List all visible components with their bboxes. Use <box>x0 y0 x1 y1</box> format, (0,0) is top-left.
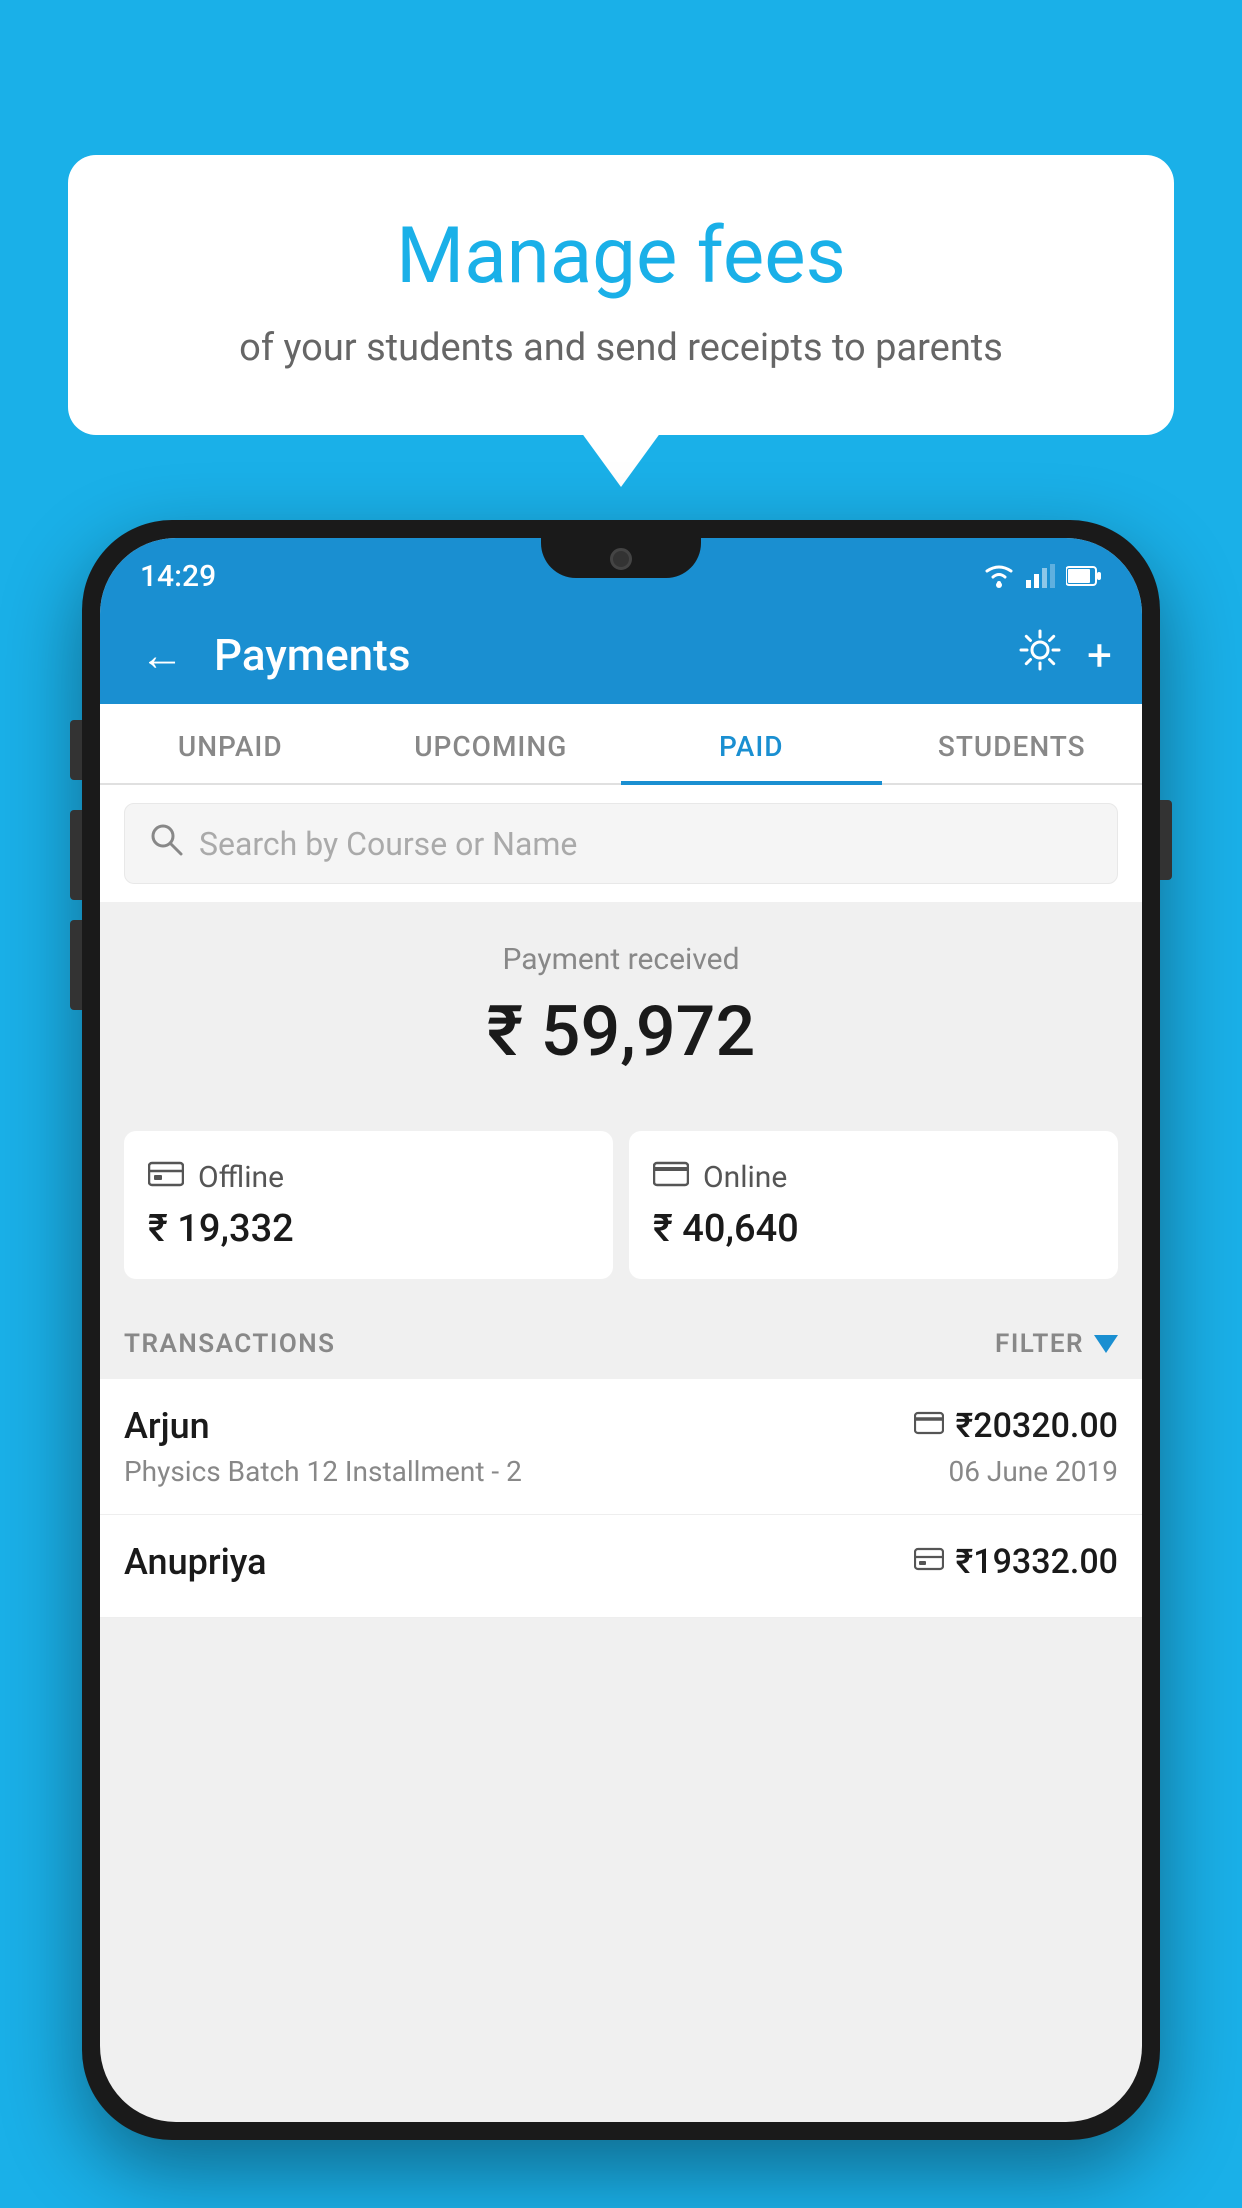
transaction-name: Anupriya <box>124 1541 267 1583</box>
transactions-header: TRANSACTIONS FILTER <box>100 1309 1142 1379</box>
online-payment-icon <box>914 1411 944 1442</box>
battery-icon <box>1066 565 1102 587</box>
online-icon <box>653 1159 689 1195</box>
payment-total-amount: ₹ 59,972 <box>124 991 1118 1073</box>
search-icon <box>149 822 183 865</box>
offline-amount: ₹ 19,332 <box>148 1207 589 1251</box>
payment-summary: Payment received ₹ 59,972 <box>100 902 1142 1131</box>
phone-outer: 14:29 <box>82 520 1160 2140</box>
settings-button[interactable] <box>1017 627 1063 684</box>
back-button[interactable]: ← <box>130 619 194 691</box>
offline-label: Offline <box>198 1160 284 1195</box>
transaction-name: Arjun <box>124 1405 210 1447</box>
silent-button <box>70 720 82 780</box>
power-button <box>1160 800 1172 880</box>
transaction-course: Physics Batch 12 Installment - 2 <box>124 1455 522 1488</box>
transaction-date: 06 June 2019 <box>948 1455 1118 1488</box>
header-actions: + <box>1017 627 1112 684</box>
add-button[interactable]: + <box>1087 629 1112 681</box>
status-icons <box>982 563 1102 589</box>
tab-unpaid[interactable]: UNPAID <box>100 704 361 783</box>
app-header: ← Payments + <box>100 606 1142 704</box>
tab-upcoming[interactable]: UPCOMING <box>361 704 622 783</box>
transaction-top: Anupriya ₹19332.00 <box>124 1541 1118 1583</box>
tabs: UNPAID UPCOMING PAID STUDENTS <box>100 704 1142 785</box>
volume-up-button <box>70 810 82 900</box>
wifi-icon <box>982 563 1016 589</box>
online-payment-card: Online ₹ 40,640 <box>629 1131 1118 1279</box>
status-time: 14:29 <box>140 559 216 594</box>
search-container: Search by Course or Name <box>100 785 1142 902</box>
payment-label: Payment received <box>124 942 1118 977</box>
online-label: Online <box>703 1160 787 1195</box>
payment-cards: Offline ₹ 19,332 Online <box>100 1131 1142 1309</box>
phone-container: 14:29 <box>82 520 1160 2208</box>
online-card-header: Online <box>653 1159 1094 1195</box>
phone-notch <box>541 538 701 578</box>
filter-label: FILTER <box>995 1329 1084 1359</box>
transaction-top: Arjun ₹20320.00 <box>124 1405 1118 1447</box>
offline-payment-card: Offline ₹ 19,332 <box>124 1131 613 1279</box>
transaction-row[interactable]: Anupriya ₹19332.00 <box>100 1515 1142 1618</box>
offline-card-header: Offline <box>148 1159 589 1195</box>
search-placeholder: Search by Course or Name <box>199 825 577 863</box>
transaction-row[interactable]: Arjun ₹20320.00 Physics Batch 12 Install… <box>100 1379 1142 1515</box>
search-bar[interactable]: Search by Course or Name <box>124 803 1118 884</box>
tab-paid[interactable]: PAID <box>621 704 882 783</box>
transaction-amount: ₹20320.00 <box>956 1406 1118 1446</box>
front-camera <box>610 548 632 570</box>
tab-students[interactable]: STUDENTS <box>882 704 1143 783</box>
transaction-amount-wrap: ₹19332.00 <box>914 1542 1118 1582</box>
bubble-subtitle: of your students and send receipts to pa… <box>128 322 1114 375</box>
signal-icon <box>1026 564 1056 588</box>
transaction-bottom: Physics Batch 12 Installment - 2 06 June… <box>124 1455 1118 1488</box>
offline-payment-icon <box>914 1547 944 1578</box>
transaction-amount-wrap: ₹20320.00 <box>914 1406 1118 1446</box>
transaction-amount: ₹19332.00 <box>956 1542 1118 1582</box>
online-amount: ₹ 40,640 <box>653 1207 1094 1251</box>
header-title: Payments <box>214 629 997 681</box>
filter-button[interactable]: FILTER <box>995 1329 1118 1359</box>
volume-down-button <box>70 920 82 1010</box>
offline-icon <box>148 1159 184 1195</box>
transactions-label: TRANSACTIONS <box>124 1329 336 1359</box>
bubble-title: Manage fees <box>128 210 1114 304</box>
phone-screen: 14:29 <box>100 538 1142 2122</box>
speech-bubble: Manage fees of your students and send re… <box>68 155 1174 435</box>
filter-icon <box>1094 1335 1118 1353</box>
